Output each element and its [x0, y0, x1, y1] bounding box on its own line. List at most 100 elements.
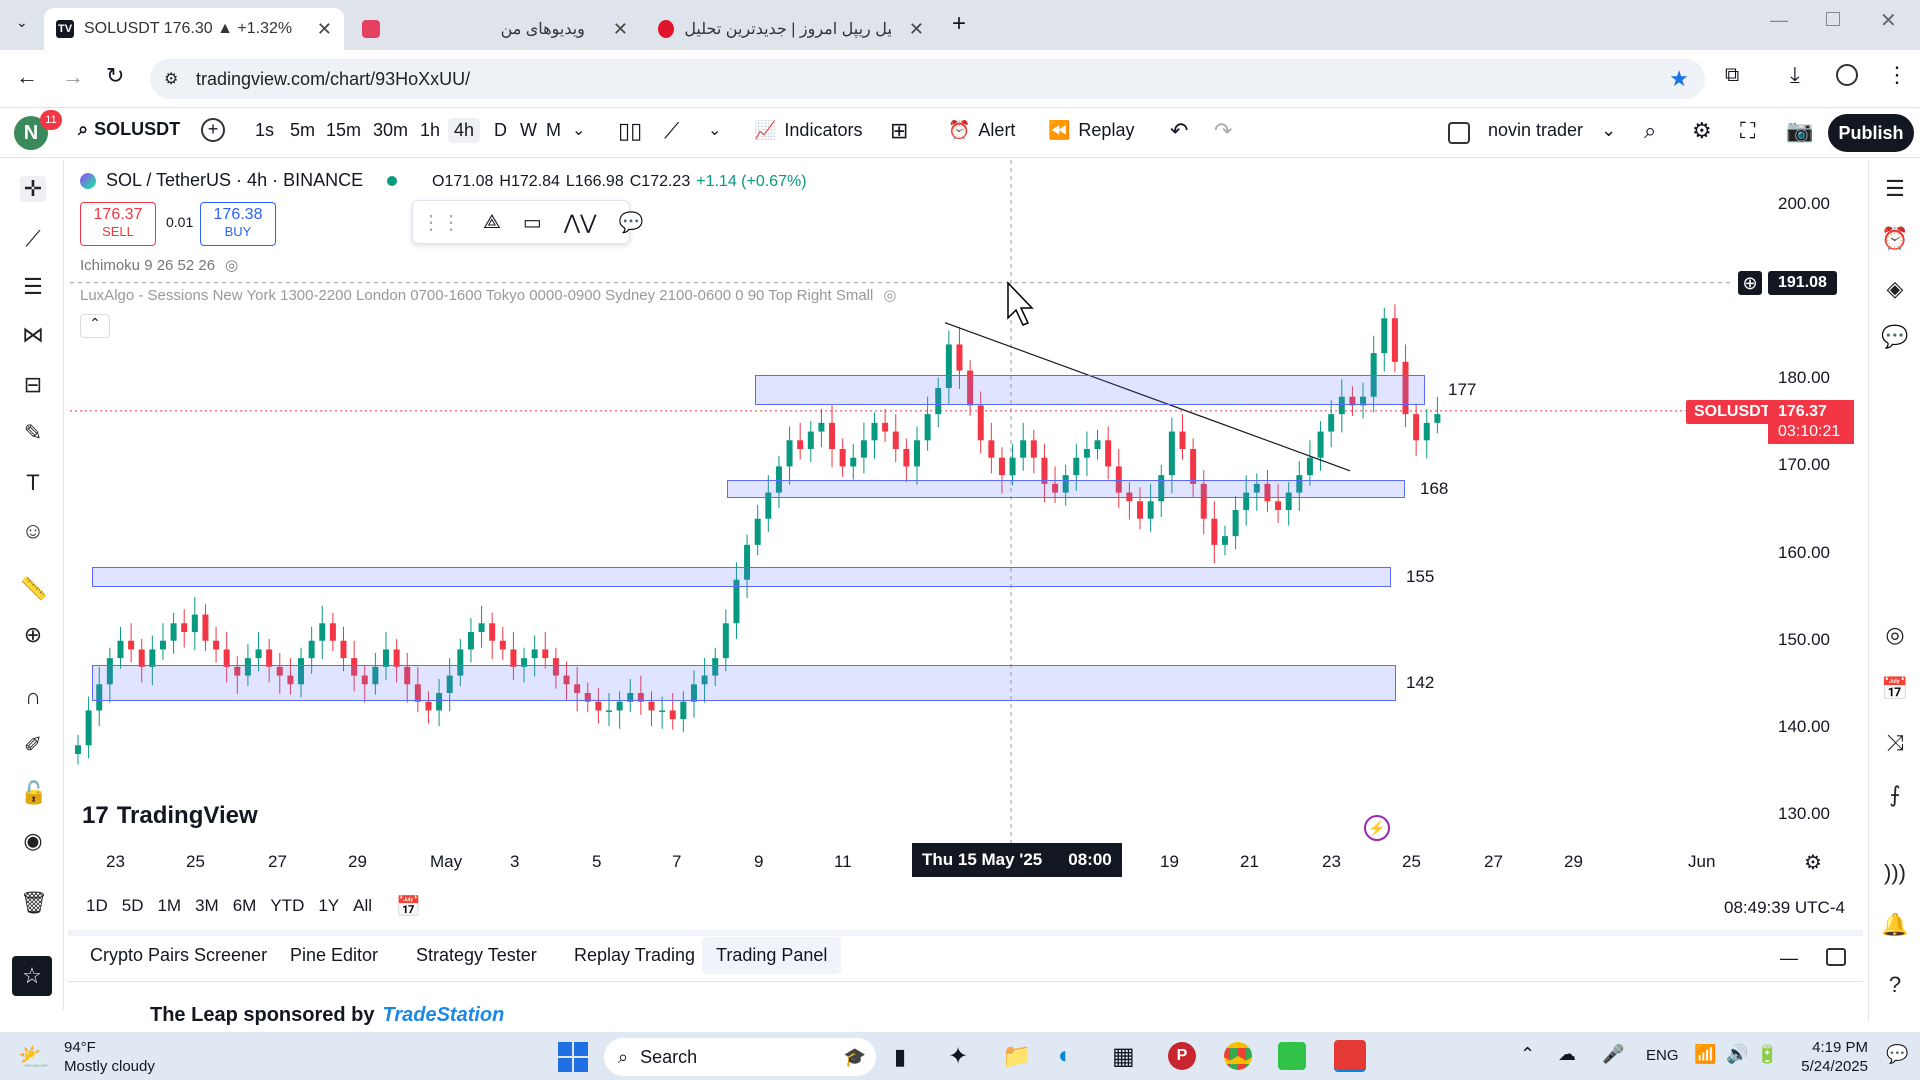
interval-dropdown-icon[interactable]: ⌄	[572, 120, 585, 140]
range-1m[interactable]: 1M	[157, 896, 181, 916]
battery-icon[interactable]: 🔋	[1756, 1044, 1778, 1065]
reload-icon[interactable]: ↻	[106, 63, 124, 89]
store-icon[interactable]: ▦	[1112, 1042, 1135, 1071]
range-1y[interactable]: 1Y	[318, 896, 339, 916]
bottom-tab-strategy-tester[interactable]: Strategy Tester	[416, 945, 537, 966]
zoom-in-icon[interactable]: ⊕	[20, 622, 46, 648]
close-window-icon[interactable]: ✕	[1880, 8, 1897, 33]
file-explorer-icon[interactable]: 📁	[1002, 1042, 1032, 1071]
fib-retracement-icon[interactable]: ☰	[20, 274, 46, 300]
weather-widget[interactable]: 94°F Mostly cloudy	[64, 1038, 155, 1076]
browser-tab-ripple[interactable]: تحلیل ریپل امروز | جدیدترین تحلیل ✕	[646, 8, 936, 50]
range-ytd[interactable]: YTD	[270, 896, 304, 916]
line-chart-type-icon[interactable]: ⟋	[664, 118, 679, 144]
bottom-tab-trading-panel[interactable]: Trading Panel	[702, 937, 842, 974]
add-alert-plus-icon[interactable]: ⊕	[1738, 271, 1762, 295]
volume-icon[interactable]: 🔊	[1726, 1044, 1748, 1065]
tray-chevron-up-icon[interactable]: ⌃	[1520, 1044, 1535, 1065]
minimize-panel-icon[interactable]: —	[1780, 948, 1798, 969]
crosshair-icon[interactable]: ✛	[20, 176, 46, 202]
interval-30m[interactable]: 30m	[373, 120, 408, 141]
alerts-clock-icon[interactable]: ⏰	[1881, 226, 1909, 254]
bookmark-star-icon[interactable]: ★	[1669, 66, 1689, 92]
settings-icon[interactable]: ⚙	[1692, 118, 1712, 144]
range-3m[interactable]: 3M	[195, 896, 219, 916]
bottom-tab-replay-trading[interactable]: Replay Trading	[574, 945, 695, 966]
goto-date-icon[interactable]: 📅	[396, 894, 421, 919]
ruler-icon[interactable]: 📏	[20, 576, 47, 602]
help-icon[interactable]: ?	[1881, 972, 1909, 1000]
close-tab-icon[interactable]: ✕	[613, 19, 628, 40]
eye-icon[interactable]: ◉	[20, 828, 46, 854]
taskbar-clock[interactable]: 4:19 PM 5/24/2025	[1796, 1038, 1868, 1076]
bottom-tab-pine-editor[interactable]: Pine Editor	[290, 945, 378, 966]
lock-drawing-icon[interactable]: ✐	[20, 732, 46, 758]
camtasia-green-icon[interactable]	[1278, 1042, 1306, 1070]
range-all[interactable]: All	[353, 896, 372, 916]
emoji-icon[interactable]: ☺	[20, 518, 46, 544]
clock-text[interactable]: 08:49:39 UTC-4	[1724, 898, 1845, 918]
interval-1h[interactable]: 1h	[420, 120, 440, 141]
fullscreen-icon[interactable]: ⛶	[1740, 118, 1755, 144]
restore-window-icon[interactable]	[1826, 12, 1840, 26]
trend-line-icon[interactable]: ⟋	[20, 226, 46, 252]
interval-15m[interactable]: 15m	[326, 120, 361, 141]
camera-snapshot-icon[interactable]: 📷	[1786, 118, 1813, 144]
watchlist-star-icon[interactable]: ☆	[12, 956, 52, 996]
zone-box[interactable]	[92, 665, 1396, 701]
minimize-window-icon[interactable]: —	[1770, 10, 1788, 31]
range-5d[interactable]: 5D	[122, 896, 144, 916]
onedrive-icon[interactable]: ☁	[1558, 1044, 1576, 1065]
pine-icon[interactable]: ⨍	[1881, 782, 1909, 810]
patterns-icon[interactable]: ⋈	[20, 322, 46, 348]
zone-box[interactable]	[727, 479, 1405, 498]
brush-icon[interactable]: ✎	[20, 420, 46, 446]
profile-icon[interactable]	[1836, 64, 1858, 86]
downloads-icon[interactable]: ⤓	[1790, 62, 1800, 88]
back-icon[interactable]: ←	[16, 64, 38, 90]
zone-box[interactable]	[92, 566, 1391, 587]
watchlist-icon[interactable]: ☰	[1881, 176, 1909, 204]
start-windows-icon[interactable]	[558, 1042, 588, 1072]
axis-settings-icon[interactable]: ⚙	[1804, 850, 1822, 875]
layout-name-button[interactable]: novin trader ⌄	[1488, 120, 1616, 141]
lightning-icon[interactable]: ⚡	[1364, 815, 1390, 841]
weather-cloud-icon[interactable]: ⛅	[18, 1042, 50, 1073]
interval-D[interactable]: D	[494, 120, 507, 141]
chrome-icon[interactable]	[1224, 1042, 1252, 1070]
url-field[interactable]: ⚙ tradingview.com/chart/93HoXxUU/ ★	[150, 59, 1705, 99]
interval-4h[interactable]: 4h	[448, 118, 481, 143]
taskbar-search[interactable]: ⌕ Search 🎓	[604, 1038, 876, 1076]
browser-menu-icon[interactable]: ⋮	[1886, 62, 1908, 88]
range-1d[interactable]: 1D	[86, 896, 108, 916]
site-info-icon[interactable]: ⚙	[164, 69, 178, 89]
symbol-search-button[interactable]: ⌕ SOLUSDT	[78, 119, 180, 140]
notification-center-icon[interactable]: 💬	[1886, 1044, 1908, 1065]
browser-tab-videos[interactable]: ویدیوهای من ✕	[350, 8, 640, 50]
forward-icon[interactable]: →	[62, 64, 84, 90]
bottom-tab-crypto-pairs-screener[interactable]: Crypto Pairs Screener	[90, 945, 267, 966]
layout-checkbox[interactable]	[1448, 122, 1470, 144]
indicators-button[interactable]: 📈 Indicators	[754, 120, 862, 141]
alert-button[interactable]: ⏰ Alert	[948, 120, 1015, 141]
copilot-icon[interactable]: ✦	[948, 1042, 968, 1071]
replay-button[interactable]: ⏪ Replay	[1048, 120, 1134, 141]
forecast-icon[interactable]: ⊟	[20, 372, 46, 398]
task-view-icon[interactable]: ▮	[894, 1044, 906, 1070]
browser-tab-tradingview[interactable]: TV SOLUSDT 176.30 ▲ +1.32% nov ✕	[44, 8, 344, 50]
redo-icon[interactable]: ↷	[1214, 118, 1232, 144]
close-tab-icon[interactable]: ✕	[909, 19, 924, 40]
quick-search-icon[interactable]: ⌕	[1644, 118, 1656, 144]
candles-chart-type-icon[interactable]: ▯▯	[618, 118, 642, 144]
close-tab-icon[interactable]: ✕	[317, 19, 332, 40]
edge-browser-icon[interactable]: ◐	[1058, 1042, 1073, 1070]
zone-box[interactable]	[755, 374, 1425, 406]
lock-icon[interactable]: 🔓	[20, 780, 47, 806]
chat-icon[interactable]: 💬	[1881, 324, 1909, 352]
text-tool-icon[interactable]: T	[20, 470, 46, 496]
new-tab-icon[interactable]: +	[952, 10, 966, 38]
tab-list-chevron-icon[interactable]: ⌄	[16, 14, 28, 31]
layouts-grid-icon[interactable]: ⊞	[890, 118, 908, 144]
interval-5m[interactable]: 5m	[290, 120, 315, 141]
range-6m[interactable]: 6M	[233, 896, 257, 916]
